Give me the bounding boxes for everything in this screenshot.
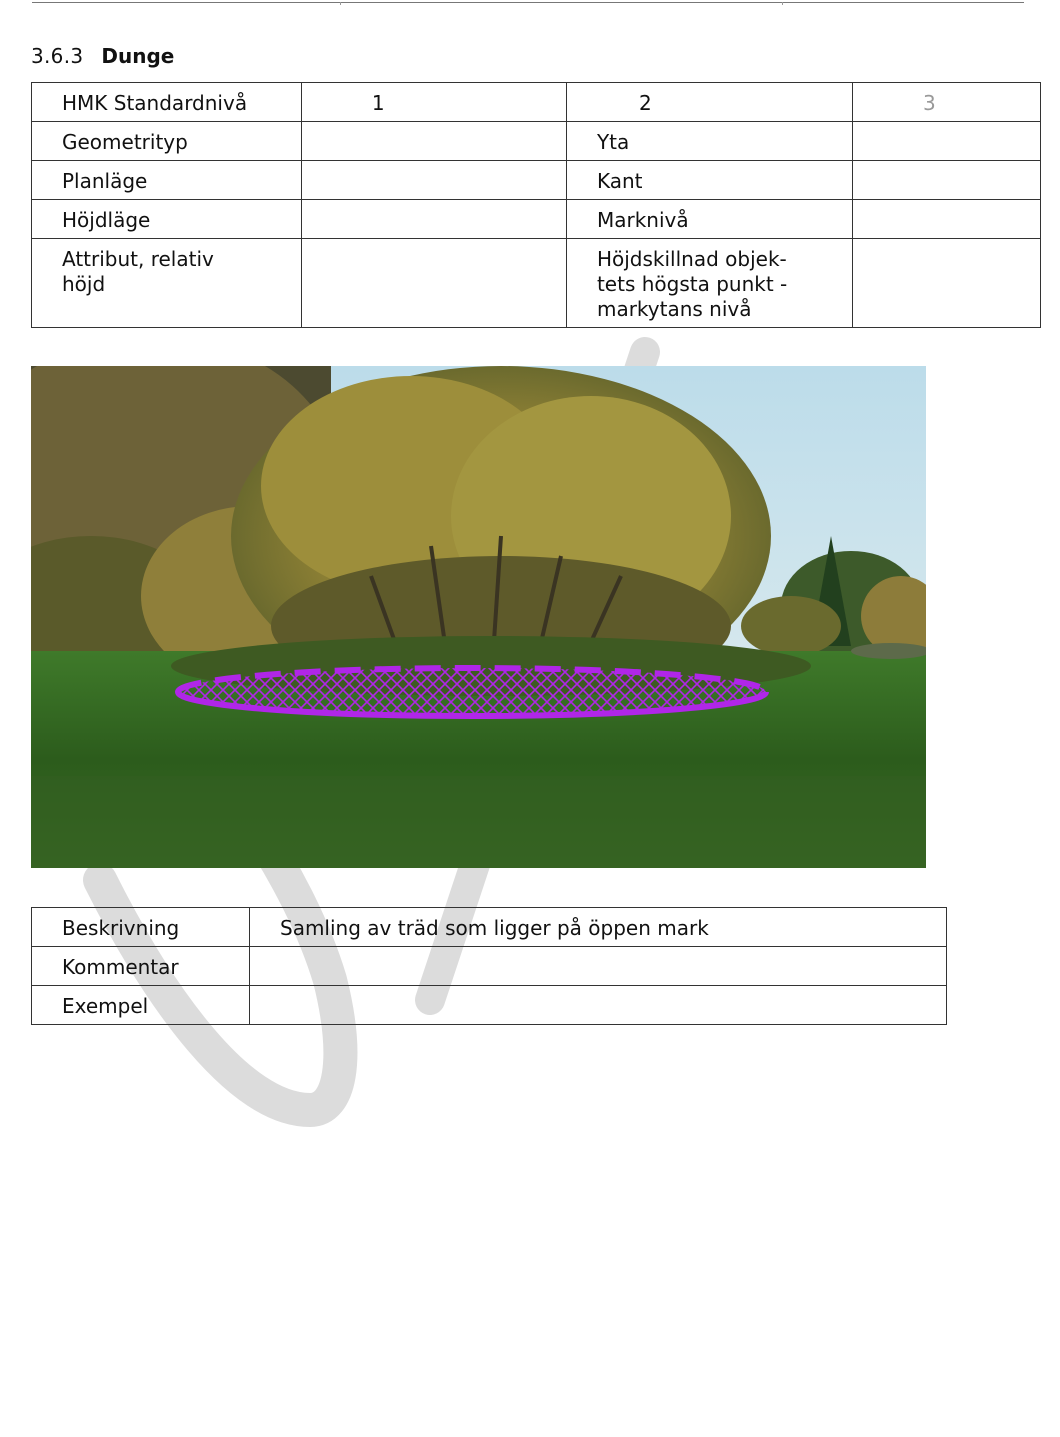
row-value: Höjdskillnad objek-tets högsta punkt - m… — [596, 247, 788, 321]
row-label: Planläge — [62, 169, 148, 193]
header-label: HMK Standardnivå — [62, 91, 248, 115]
row-value: Kant — [596, 169, 643, 193]
section-title: Dunge — [101, 44, 175, 68]
spec-table: HMK Standardnivå 1 2 3 Geometrityp Yta P… — [31, 82, 1041, 328]
level-2: 2 — [638, 91, 652, 115]
row-value: Marknivå — [596, 208, 689, 232]
table-row: Höjdläge Marknivå — [31, 199, 1041, 239]
row-value — [250, 947, 946, 955]
section-number: 3.6.3 — [31, 44, 84, 68]
description-table: Beskrivning Samling av träd som ligger p… — [31, 907, 947, 1025]
row-value: Yta — [596, 130, 630, 154]
table-row: Exempel — [31, 985, 947, 1025]
row-label: Kommentar — [62, 955, 179, 979]
table-row: Beskrivning Samling av träd som ligger p… — [31, 907, 947, 947]
level-3: 3 — [923, 91, 936, 115]
row-value — [250, 986, 946, 994]
section-heading: 3.6.3 Dunge — [31, 44, 174, 68]
header-tick — [340, 2, 341, 5]
row-value: Samling av träd som ligger på öppen mark — [280, 916, 709, 940]
row-label: Höjdläge — [62, 208, 151, 232]
page-top-rule — [32, 2, 1024, 3]
row-label: Beskrivning — [62, 916, 180, 940]
grove-photo — [31, 366, 926, 868]
header-tick — [782, 2, 783, 5]
row-label: Exempel — [62, 994, 149, 1018]
table-row: Geometrityp Yta — [31, 121, 1041, 161]
table-row: HMK Standardnivå 1 2 3 — [31, 82, 1041, 122]
table-row: Planläge Kant — [31, 160, 1041, 200]
row-label: Geometrityp — [62, 130, 188, 154]
table-row: Attribut, relativ höjd Höjdskillnad obje… — [31, 238, 1041, 328]
table-row: Kommentar — [31, 946, 947, 986]
row-label: Attribut, relativ höjd — [62, 247, 214, 296]
level-1: 1 — [371, 91, 385, 115]
